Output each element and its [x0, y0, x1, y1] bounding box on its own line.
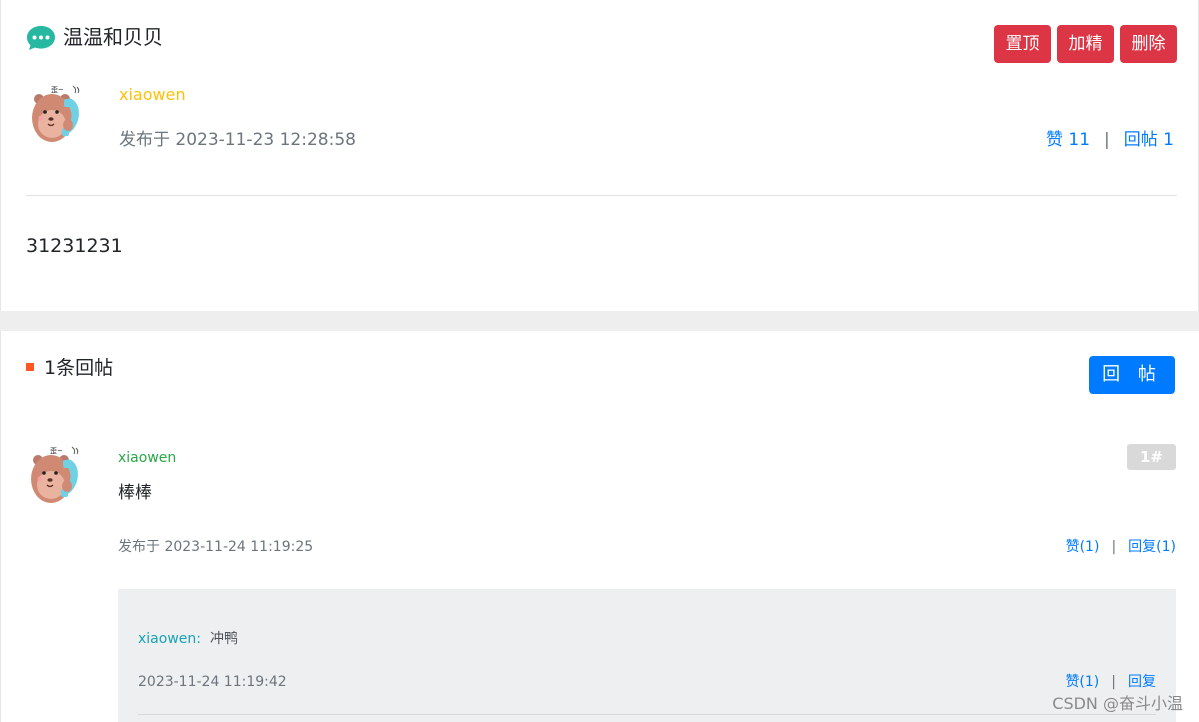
comment-colon: : — [196, 631, 201, 647]
comment-divider — [138, 714, 1156, 715]
comment-content: 冲鸭 — [210, 631, 238, 647]
reply-link[interactable]: 回帖 1 — [1124, 130, 1174, 150]
comment-time: 2023-11-24 11:19:42 — [138, 674, 287, 690]
watermark: CSDN @奋斗小温 — [1052, 694, 1183, 713]
reply-author-link[interactable]: xiaowen — [118, 449, 176, 467]
post-published-time: 发布于 2023-11-23 12:28:58 — [119, 130, 356, 150]
section-gap — [0, 311, 1199, 331]
separator: | — [1111, 539, 1117, 555]
divider — [26, 195, 1177, 196]
post-author-link[interactable]: xiaowen — [119, 84, 186, 106]
comment-like-link[interactable]: 赞(1) — [1065, 674, 1099, 690]
section-marker-icon — [26, 363, 34, 371]
reply-like-link[interactable]: 赞(1) — [1066, 539, 1100, 555]
post-meta: 赞 11 | 回帖 1 — [1046, 128, 1174, 152]
reply-avatar[interactable]: 歪~ — [28, 445, 84, 509]
reply-content: 棒棒 — [118, 483, 152, 503]
post-title: 温温和贝贝 — [63, 25, 163, 49]
feature-button[interactable]: 加精 — [1057, 25, 1114, 63]
reply-count-heading: 1条回帖 — [44, 357, 114, 379]
reply-meta: 赞(1) | 回复(1) — [1066, 537, 1176, 557]
comment-author-name[interactable]: xiaowen — [138, 631, 196, 647]
avatar[interactable]: 歪~ — [29, 84, 85, 148]
comment-author-link[interactable]: xiaowen: — [138, 630, 201, 648]
svg-text:歪~: 歪~ — [51, 86, 64, 94]
post-content: 31231231 — [26, 235, 123, 257]
delete-button[interactable]: 删除 — [1120, 25, 1177, 63]
comment-meta: 赞(1) | 回复 — [1065, 672, 1156, 692]
reply-post-button[interactable]: 回 帖 — [1089, 356, 1175, 394]
chat-bubble-icon — [27, 26, 55, 50]
like-link[interactable]: 赞 11 — [1046, 130, 1090, 150]
comment-box: xiaowen: 冲鸭 2023-11-24 11:19:42 赞(1) | 回复 — [118, 589, 1176, 722]
separator: | — [1111, 674, 1116, 690]
svg-text:歪~: 歪~ — [50, 447, 63, 455]
separator: | — [1104, 130, 1110, 150]
comment-reply-link[interactable]: 回复 — [1128, 674, 1156, 690]
post-card: 温温和贝贝 置顶 加精 删除 歪~ xiaowen 发布于 2023-11-23… — [0, 0, 1199, 311]
reply-reply-link[interactable]: 回复(1) — [1128, 539, 1176, 555]
reply-published-time: 发布于 2023-11-24 11:19:25 — [118, 539, 314, 555]
pin-button[interactable]: 置顶 — [994, 25, 1051, 63]
floor-badge: 1# — [1127, 444, 1176, 470]
